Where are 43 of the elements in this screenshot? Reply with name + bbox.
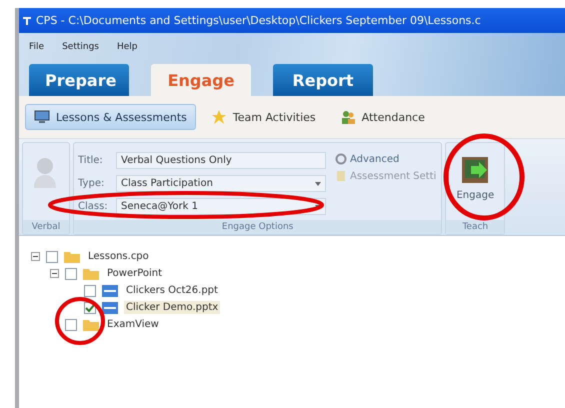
slide-file-icon <box>102 284 118 296</box>
dropdown-field[interactable]: Class Participation <box>116 175 326 192</box>
monitor-icon <box>34 109 50 125</box>
star-icon <box>210 109 227 125</box>
checkbox[interactable] <box>65 268 77 280</box>
menu-item[interactable]: Help <box>116 42 138 52</box>
tree-item[interactable]: Lessons.cpo <box>86 250 151 263</box>
document-icon <box>335 170 347 182</box>
tree-item[interactable]: ExamView <box>105 318 161 331</box>
caret-icon <box>315 182 321 186</box>
menu-item[interactable]: Settings <box>62 42 99 52</box>
field-label: Type: <box>78 178 106 189</box>
checkbox[interactable] <box>65 318 77 330</box>
tree-item[interactable]: Clicker Demo.pptx <box>124 301 220 314</box>
annotation-circle <box>55 297 105 345</box>
folder-icon <box>83 268 99 280</box>
field-label: Title: <box>78 155 104 166</box>
window-title: CPS - C:\Documents and Settings\user\Desktop\Clickers September 09\Lessons.c <box>36 14 481 27</box>
group-label: Teach <box>446 220 504 234</box>
group-label: Verbal <box>23 220 69 234</box>
tree-item[interactable]: Clickers Oct26.ppt <box>124 284 220 297</box>
main-tab[interactable]: Report <box>273 64 373 96</box>
input-field[interactable]: Verbal Questions Only <box>116 152 326 169</box>
folder-icon <box>83 318 99 330</box>
collapse-icon[interactable] <box>31 252 40 261</box>
menu-item[interactable]: File <box>29 42 44 52</box>
slide-file-icon <box>102 302 118 314</box>
sub-tab[interactable]: Team Activities <box>202 104 325 130</box>
sub-tab[interactable]: Attendance <box>330 104 434 130</box>
collapse-icon[interactable] <box>50 269 59 278</box>
field-label: Class: <box>78 201 109 212</box>
engage-button[interactable]: Engage <box>454 152 496 205</box>
people-icon <box>340 109 356 125</box>
app-icon <box>22 16 32 26</box>
checkbox[interactable] <box>46 250 58 262</box>
sub-tab[interactable]: Lessons & Assessments <box>25 104 196 130</box>
folder-icon <box>64 250 80 262</box>
main-tab[interactable]: Prepare <box>29 64 129 96</box>
group-label: Engage Options <box>74 220 442 234</box>
checkbox[interactable] <box>84 284 96 296</box>
tree-item[interactable]: PowerPoint <box>105 267 164 280</box>
option-button[interactable]: Advanced <box>334 152 438 166</box>
caret-icon <box>315 204 321 208</box>
